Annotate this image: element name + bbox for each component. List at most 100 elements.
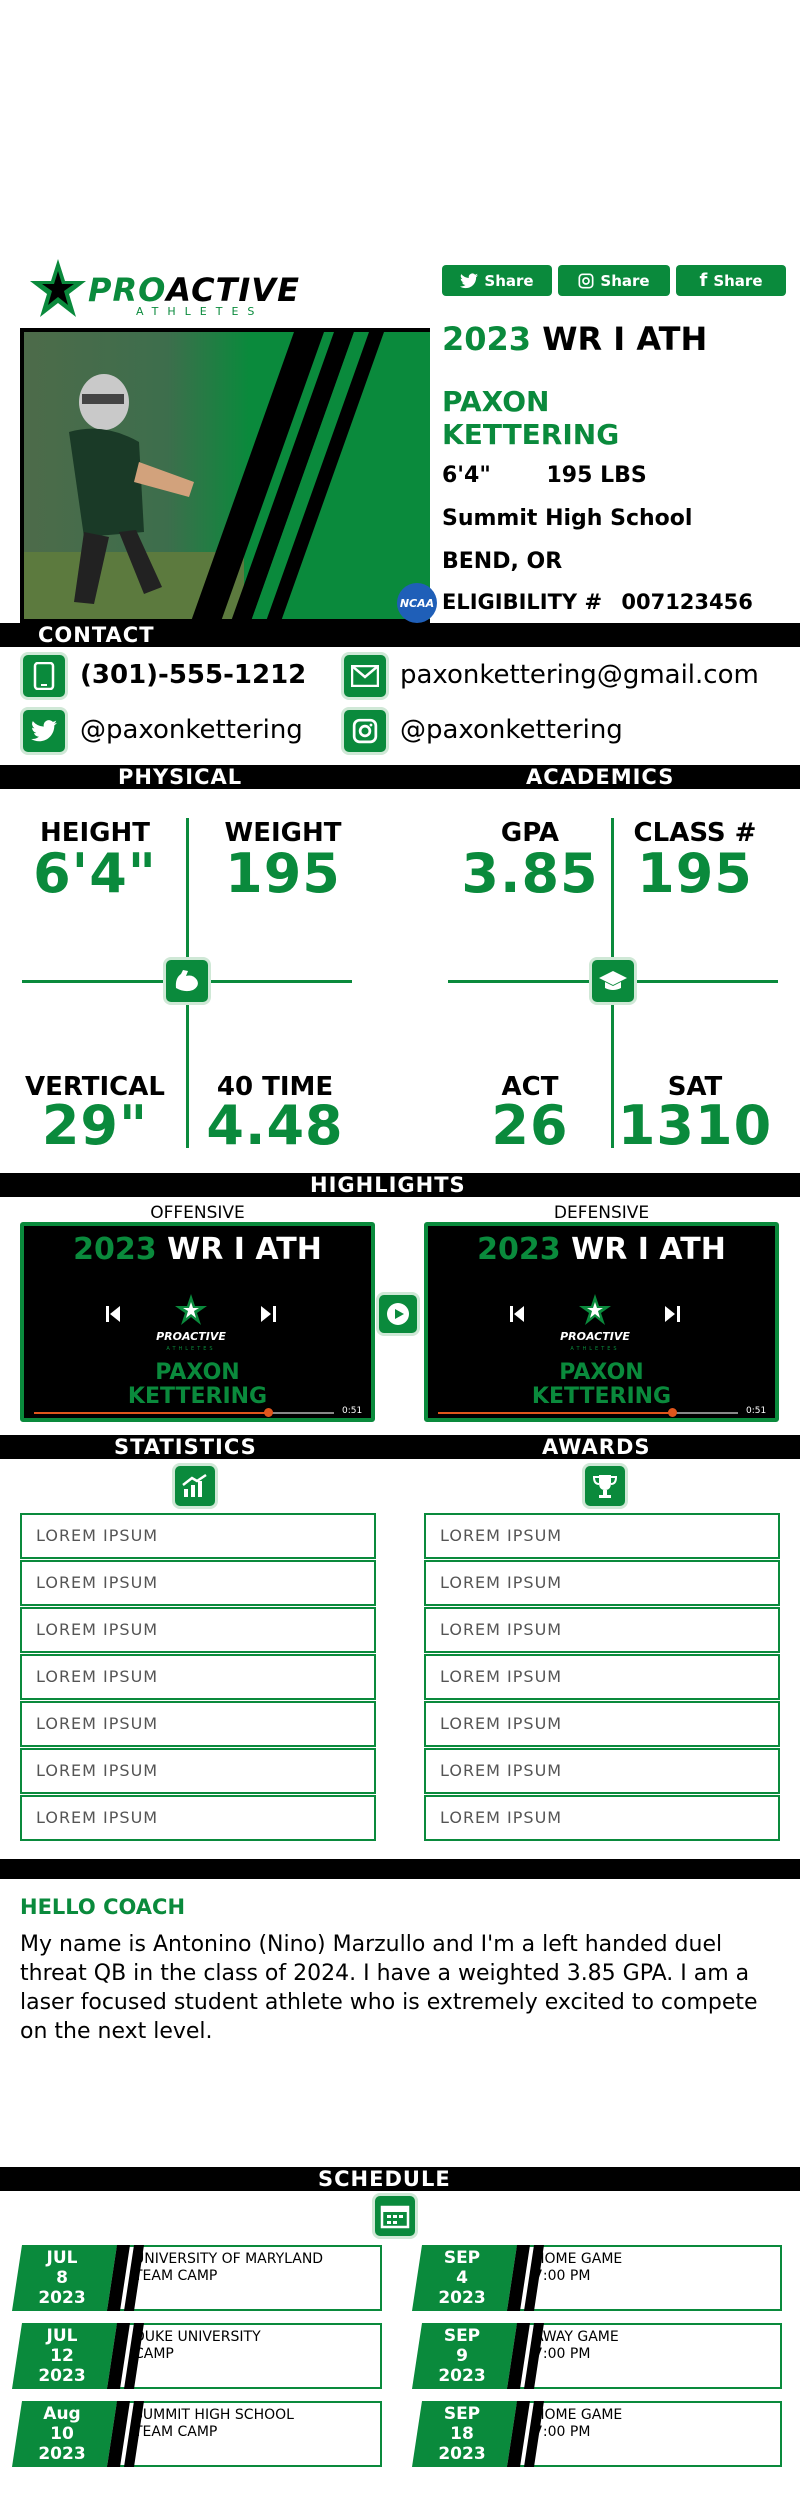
share-label: Share: [713, 271, 763, 290]
share-label: Share: [600, 271, 650, 290]
video-title: 2023 WR I ATH: [477, 1232, 726, 1267]
height-text: 6'4": [442, 463, 491, 488]
location: BEND, OR: [442, 549, 563, 574]
next-icon: [261, 1306, 276, 1322]
twitter-share-button[interactable]: Share: [442, 265, 552, 296]
video-title: 2023 WR I ATH: [73, 1232, 322, 1267]
phone-number[interactable]: (301)-555-1212: [80, 660, 306, 690]
video-controls: PROACTIVE ATHLETES: [510, 1294, 680, 1352]
instagram-share-button[interactable]: Share: [558, 265, 670, 296]
statistics-title: STATISTICS: [114, 1435, 257, 1459]
instagram-icon: [578, 273, 594, 288]
twitter-handle[interactable]: @paxonkettering: [80, 715, 303, 745]
offensive-video-player[interactable]: 2023 WR I ATH PROACTIVE ATHLETES PAXON KE…: [20, 1222, 375, 1422]
event-date: SEP 4 2023: [412, 2245, 512, 2311]
trophy-icon: [582, 1463, 628, 1509]
highlights-title: HIGHLIGHTS: [310, 1173, 466, 1197]
proactive-logo: PROACTIVE ATHLETES: [28, 255, 300, 335]
video-duration: 0:51: [342, 1406, 363, 1416]
video-duration: 0:51: [746, 1406, 767, 1416]
video-controls: PROACTIVE ATHLETES: [106, 1294, 276, 1352]
date-month: JUL: [46, 2326, 78, 2346]
weight-value: 195: [225, 842, 341, 905]
hello-coach-title: HELLO COACH: [20, 1895, 186, 1919]
statistics-row: LOREM IPSUM: [20, 1560, 376, 1606]
date-day: 10: [50, 2424, 74, 2444]
weight-text: 195 LBS: [546, 463, 647, 488]
eligibility-number: 007123456: [621, 590, 753, 614]
eligibility-line: ELIGIBILITY # 007123456: [442, 590, 753, 614]
coach-divider: [0, 1859, 800, 1879]
instagram-icon[interactable]: [341, 707, 389, 755]
sat-value: 1310: [617, 1094, 773, 1157]
twitter-icon[interactable]: [20, 707, 68, 755]
date-year: 2023: [38, 2444, 86, 2464]
date-year: 2023: [38, 2288, 86, 2308]
video-scrubber[interactable]: [668, 1408, 677, 1417]
awards-title: AWARDS: [542, 1435, 651, 1459]
date-year: 2023: [438, 2288, 486, 2308]
email-icon[interactable]: [341, 652, 389, 700]
date-day: 9: [456, 2346, 468, 2366]
facebook-share-button[interactable]: f Share: [676, 265, 786, 296]
svg-text:ATHLETES: ATHLETES: [570, 1346, 619, 1352]
awards-row: LOREM IPSUM: [424, 1748, 780, 1794]
statistics-awards-header: STATISTICS AWARDS: [0, 1435, 800, 1459]
phone-icon[interactable]: [20, 652, 68, 700]
statistics-row: LOREM IPSUM: [20, 1701, 376, 1747]
vertical-value: 29": [41, 1094, 149, 1157]
defensive-video-player[interactable]: 2023 WR I ATH PROACTIVE ATHLETES PAXON KE…: [424, 1222, 779, 1422]
event-detail: 7:00 PM: [534, 2268, 591, 2284]
play-button-icon[interactable]: [376, 1292, 420, 1336]
event-date: SEP 18 2023: [412, 2401, 512, 2467]
act-value: 26: [491, 1094, 569, 1157]
svg-text:ATHLETES: ATHLETES: [166, 1346, 215, 1352]
height-weight-line: 6'4" 195 LBS: [442, 463, 647, 488]
video-progress-fill: [34, 1412, 268, 1414]
logo-subtitle: ATHLETES: [136, 305, 264, 318]
svg-text:PROACTIVE: PROACTIVE: [560, 1330, 630, 1343]
calendar-icon: [372, 2193, 418, 2239]
date-day: 8: [56, 2268, 68, 2288]
video-scrubber[interactable]: [264, 1408, 273, 1417]
event-detail: 7:00 PM: [534, 2424, 591, 2440]
previous-icon: [510, 1306, 524, 1322]
schedule-header: SCHEDULE: [0, 2167, 800, 2191]
athlete-photo: [20, 328, 430, 623]
highlights-header: HIGHLIGHTS: [0, 1173, 800, 1197]
event-date: SEP 9 2023: [412, 2323, 512, 2389]
svg-text:PROACTIVE: PROACTIVE: [156, 1330, 226, 1343]
event-title: AWAY GAME: [534, 2329, 619, 2345]
event-title: SUMMIT HIGH SCHOOL: [134, 2407, 294, 2423]
event-title: HOME GAME: [534, 2251, 623, 2267]
twitter-icon: [460, 272, 479, 288]
class-value: 195: [637, 842, 753, 905]
event-title: University of Maryland: [134, 2251, 324, 2267]
date-month: SEP: [443, 2248, 481, 2268]
defensive-label: DEFENSIVE: [553, 1203, 650, 1223]
chart-growth-icon: [172, 1463, 218, 1509]
awards-row: LOREM IPSUM: [424, 1560, 780, 1606]
next-icon: [665, 1306, 680, 1322]
athlete-name: PAXON KETTERING: [442, 385, 619, 451]
date-month: SEP: [443, 2404, 481, 2424]
event-detail: 7:00 PM: [534, 2346, 591, 2362]
statistics-row: LOREM IPSUM: [20, 1607, 376, 1653]
date-day: 18: [450, 2424, 474, 2444]
date-day: 12: [50, 2346, 74, 2366]
event-detail: CAMP: [134, 2346, 174, 2362]
first-name: PAXON: [442, 385, 550, 418]
school-name: Summit High School: [442, 506, 693, 531]
height-value: 6'4": [33, 842, 157, 905]
awards-row: LOREM IPSUM: [424, 1513, 780, 1559]
academics-title: ACADEMICS: [526, 765, 675, 789]
awards-row: LOREM IPSUM: [424, 1795, 780, 1841]
date-month: JUL: [46, 2248, 78, 2268]
email-address[interactable]: paxonkettering@gmail.com: [400, 660, 759, 690]
logo-wordmark: PROACTIVE: [88, 271, 300, 309]
star-logo-icon: [30, 259, 86, 317]
event-date: Aug 10 2023: [12, 2401, 112, 2467]
video-athlete-name: PAXON KETTERING: [531, 1360, 672, 1409]
eligibility-label: ELIGIBILITY #: [442, 590, 603, 614]
instagram-handle[interactable]: @paxonkettering: [400, 715, 623, 745]
